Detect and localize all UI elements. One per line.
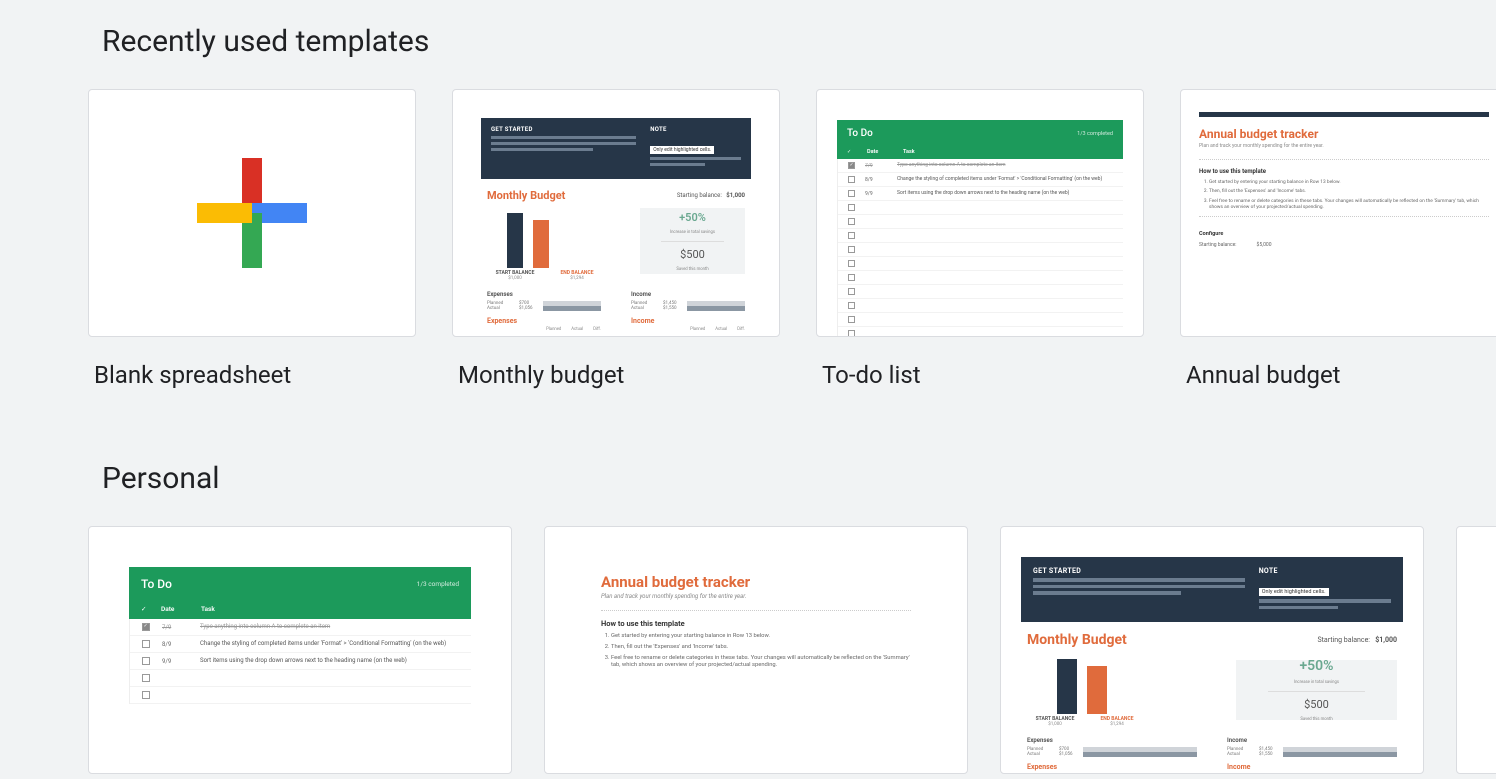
template-card-blank[interactable]: Blank spreadsheet (88, 89, 416, 389)
template-thumb-annual: Annual budget tracker Plan and track you… (1180, 89, 1496, 337)
template-thumb-personal-next (1456, 526, 1496, 774)
personal-templates-row: To Do 1/3 completed ✓ Date Task 7/9 Type… (0, 526, 1496, 774)
template-label-todo: To-do list (816, 337, 1144, 389)
template-thumb-blank (88, 89, 416, 337)
recent-templates-row: Blank spreadsheet GET STARTED NOTE Only … (0, 89, 1496, 389)
template-thumb-personal-annual: Annual budget tracker Plan and track you… (544, 526, 968, 774)
template-thumb-personal-monthly: GET STARTED NOTE Only edit highlighted c… (1000, 526, 1424, 774)
plus-icon (197, 158, 307, 268)
section-title-recent: Recently used templates (0, 24, 1496, 89)
template-card-personal-monthly[interactable]: GET STARTED NOTE Only edit highlighted c… (1000, 526, 1424, 774)
template-card-personal-todo[interactable]: To Do 1/3 completed ✓ Date Task 7/9 Type… (88, 526, 512, 774)
template-card-personal-next[interactable] (1456, 526, 1496, 774)
template-label-blank: Blank spreadsheet (88, 337, 416, 389)
template-card-monthly[interactable]: GET STARTED NOTE Only edit highlighted c… (452, 89, 780, 389)
template-thumb-personal-todo: To Do 1/3 completed ✓ Date Task 7/9 Type… (88, 526, 512, 774)
template-label-annual: Annual budget (1180, 337, 1496, 389)
template-label-monthly: Monthly budget (452, 337, 780, 389)
template-thumb-monthly: GET STARTED NOTE Only edit highlighted c… (452, 89, 780, 337)
template-card-annual[interactable]: Annual budget tracker Plan and track you… (1180, 89, 1496, 389)
template-card-todo[interactable]: To Do 1/3 completed ✓ Date Task 7/9 Type… (816, 89, 1144, 389)
template-thumb-todo: To Do 1/3 completed ✓ Date Task 7/9 Type… (816, 89, 1144, 337)
section-title-personal: Personal (0, 461, 1496, 526)
template-card-personal-annual[interactable]: Annual budget tracker Plan and track you… (544, 526, 968, 774)
